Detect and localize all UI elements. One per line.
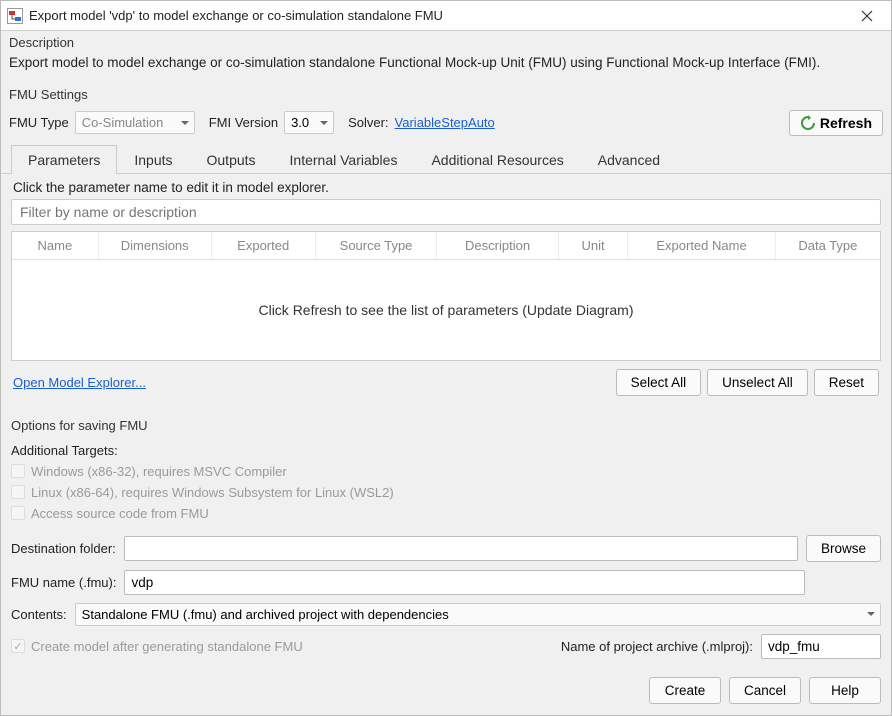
tab-internal-variables[interactable]: Internal Variables: [273, 145, 415, 174]
tab-inputs[interactable]: Inputs: [117, 145, 189, 174]
create-model-label: Create model after generating standalone…: [31, 639, 303, 654]
close-button[interactable]: [847, 2, 887, 30]
col-unit[interactable]: Unit: [559, 232, 628, 259]
col-exported[interactable]: Exported: [212, 232, 316, 259]
description-text: Export model to model exchange or co-sim…: [1, 54, 891, 83]
dest-folder-label: Destination folder:: [11, 541, 116, 556]
col-description[interactable]: Description: [437, 232, 559, 259]
solver-label: Solver:: [348, 115, 388, 130]
fmi-version-label: FMI Version: [209, 115, 278, 130]
close-icon: [861, 10, 873, 22]
reset-button[interactable]: Reset: [814, 369, 879, 396]
archive-label: Name of project archive (.mlproj):: [561, 639, 753, 654]
checkbox-windows-x86-32: [11, 464, 25, 478]
help-button[interactable]: Help: [809, 677, 881, 704]
fmu-type-select[interactable]: Co-Simulation: [75, 111, 195, 134]
archive-name-input[interactable]: [761, 634, 881, 659]
tab-additional-resources[interactable]: Additional Resources: [414, 145, 580, 174]
params-hint: Click the parameter name to edit it in m…: [11, 178, 881, 199]
titlebar: Export model 'vdp' to model exchange or …: [1, 1, 891, 31]
browse-button[interactable]: Browse: [806, 535, 881, 562]
open-model-explorer-link[interactable]: Open Model Explorer...: [13, 375, 146, 390]
filter-input[interactable]: [11, 199, 881, 225]
contents-select[interactable]: Standalone FMU (.fmu) and archived proje…: [75, 603, 881, 626]
select-all-button[interactable]: Select All: [616, 369, 702, 396]
window-title: Export model 'vdp' to model exchange or …: [29, 8, 847, 23]
fmu-settings-heading: FMU Settings: [1, 83, 891, 106]
simulink-icon: [7, 8, 23, 24]
refresh-button[interactable]: Refresh: [789, 110, 883, 136]
cancel-button[interactable]: Cancel: [729, 677, 801, 704]
checkbox-linux-x86-64: [11, 485, 25, 499]
table-empty-message: Click Refresh to see the list of paramet…: [12, 260, 880, 360]
contents-label: Contents:: [11, 607, 67, 622]
targets-heading: Additional Targets:: [11, 443, 881, 458]
checkbox-access-source: [11, 506, 25, 520]
unselect-all-button[interactable]: Unselect All: [707, 369, 808, 396]
tab-parameters[interactable]: Parameters: [11, 145, 117, 174]
checkbox-create-model: [11, 639, 25, 653]
target-windows-label: Windows (x86-32), requires MSVC Compiler: [31, 464, 287, 479]
col-name[interactable]: Name: [12, 232, 99, 259]
create-button[interactable]: Create: [649, 677, 721, 704]
description-heading: Description: [1, 31, 891, 54]
col-exported-name[interactable]: Exported Name: [628, 232, 776, 259]
col-data-type[interactable]: Data Type: [776, 232, 880, 259]
fmi-version-select[interactable]: 3.0: [284, 111, 334, 134]
col-dimensions[interactable]: Dimensions: [99, 232, 212, 259]
tab-bar: Parameters Inputs Outputs Internal Varia…: [1, 144, 891, 174]
solver-link[interactable]: VariableStepAuto: [395, 115, 495, 130]
fmu-type-label: FMU Type: [9, 115, 69, 130]
fmu-name-input[interactable]: [124, 570, 805, 595]
dest-folder-input[interactable]: [124, 536, 798, 561]
target-linux-label: Linux (x86-64), requires Windows Subsyst…: [31, 485, 394, 500]
tab-outputs[interactable]: Outputs: [190, 145, 273, 174]
params-table: Name Dimensions Exported Source Type Des…: [11, 231, 881, 361]
options-heading: Options for saving FMU: [11, 414, 881, 437]
tab-advanced[interactable]: Advanced: [581, 145, 677, 174]
refresh-icon: [800, 115, 816, 131]
target-source-label: Access source code from FMU: [31, 506, 209, 521]
fmu-name-label: FMU name (.fmu):: [11, 575, 116, 590]
col-source-type[interactable]: Source Type: [316, 232, 438, 259]
